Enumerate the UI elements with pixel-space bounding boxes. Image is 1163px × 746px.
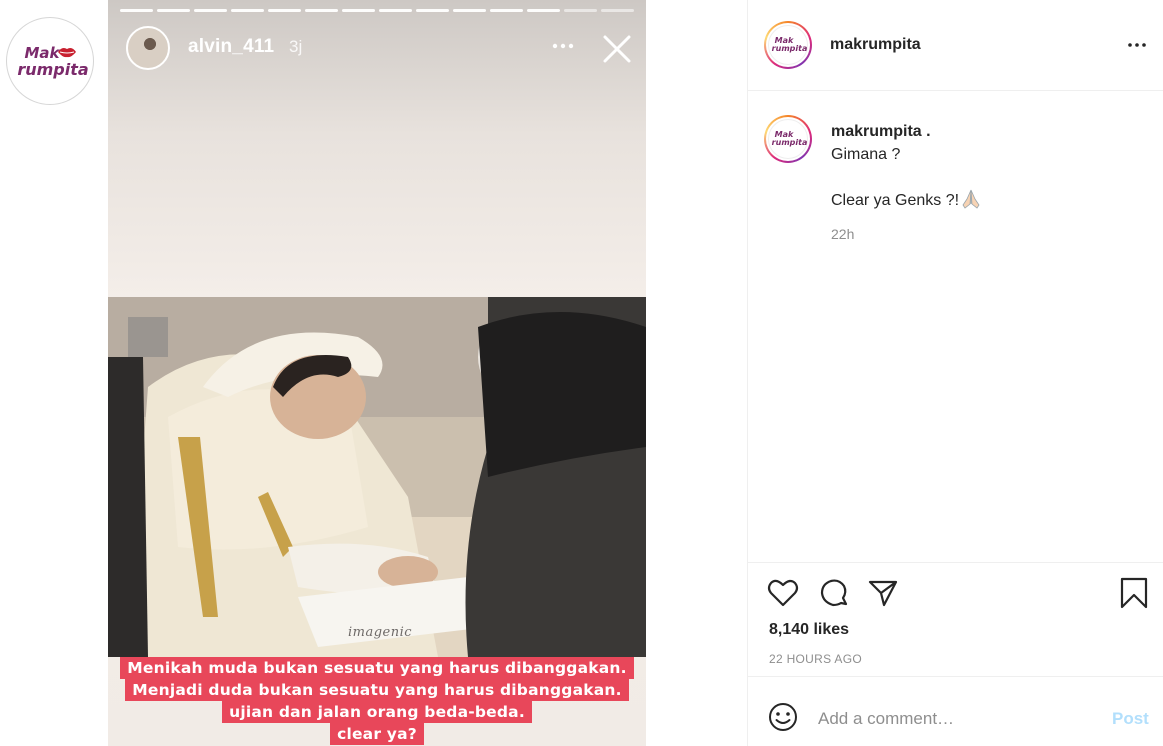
comment-input[interactable] bbox=[818, 707, 1098, 731]
progress-segment bbox=[490, 9, 523, 12]
progress-segment bbox=[379, 9, 412, 12]
post-side-panel: Mak rumpita makrumpita Mak rumpita makru… bbox=[747, 0, 1163, 746]
add-comment-row: Post bbox=[748, 676, 1163, 746]
makrumpita-logo[interactable]: Mak rumpita bbox=[6, 17, 94, 105]
close-icon[interactable] bbox=[602, 34, 632, 64]
story-timestamp: 3j bbox=[289, 37, 303, 56]
caption-text-line2: Clear ya Genks ?! bbox=[831, 189, 982, 210]
lips-icon bbox=[58, 48, 76, 58]
progress-segment bbox=[231, 9, 264, 12]
comment-icon[interactable] bbox=[818, 577, 850, 609]
caption-text-line1: Gimana ? bbox=[831, 146, 901, 163]
photo-watermark: imagenic bbox=[348, 625, 413, 640]
story-author-avatar[interactable] bbox=[126, 26, 170, 70]
progress-segment bbox=[120, 9, 153, 12]
heart-icon[interactable] bbox=[767, 577, 799, 609]
caption-line: Menjadi duda bukan sesuatu yang harus di… bbox=[125, 679, 629, 701]
story-viewer[interactable]: alvin_411 3j imagenic Menikah muda bukan… bbox=[108, 0, 646, 746]
caption-line: Menikah muda bukan sesuatu yang harus di… bbox=[120, 657, 634, 679]
author-avatar[interactable]: Mak rumpita bbox=[764, 21, 812, 69]
caption-line: ujian dan jalan orang beda-beda. bbox=[222, 701, 532, 723]
likes-count[interactable]: 8,140 likes bbox=[769, 621, 849, 639]
progress-segment bbox=[416, 9, 449, 12]
caption-text: Clear ya Genks ?! bbox=[831, 192, 960, 209]
left-strip: Mak rumpita bbox=[0, 0, 108, 746]
progress-segment bbox=[194, 9, 227, 12]
progress-segment bbox=[342, 9, 375, 12]
post-age: 22 HOURS AGO bbox=[769, 652, 862, 666]
progress-segment bbox=[601, 9, 634, 12]
share-icon[interactable] bbox=[867, 577, 899, 609]
caption-timestamp: 22h bbox=[831, 226, 855, 242]
emoji-picker-icon[interactable] bbox=[767, 701, 799, 733]
caption-username[interactable]: makrumpita . bbox=[831, 123, 931, 141]
story-photo bbox=[108, 297, 646, 657]
progress-segment bbox=[268, 9, 301, 12]
avatar-logo-text-bottom: rumpita bbox=[771, 138, 808, 147]
avatar-logo-text-bottom: rumpita bbox=[771, 44, 808, 53]
story-progress-bar bbox=[120, 9, 634, 12]
caption-line: clear ya? bbox=[330, 723, 424, 745]
progress-segment bbox=[453, 9, 486, 12]
post-comment-button[interactable]: Post bbox=[1112, 709, 1149, 729]
progress-segment bbox=[564, 9, 597, 12]
bookmark-icon[interactable] bbox=[1118, 577, 1150, 609]
author-username[interactable]: makrumpita bbox=[830, 36, 921, 54]
progress-segment bbox=[305, 9, 338, 12]
more-horizontal-icon[interactable] bbox=[1126, 38, 1148, 52]
story-caption: Menikah muda bukan sesuatu yang harus di… bbox=[108, 657, 646, 745]
post-header: Mak rumpita makrumpita bbox=[748, 0, 1163, 91]
progress-segment bbox=[527, 9, 560, 12]
caption-author-avatar[interactable]: Mak rumpita bbox=[764, 115, 812, 163]
post-actions: 8,140 likes 22 HOURS AGO Post bbox=[748, 562, 1163, 746]
logo-text-top: Mak bbox=[24, 43, 60, 62]
logo-text-bottom: rumpita bbox=[17, 59, 89, 79]
progress-segment bbox=[157, 9, 190, 12]
folded-hands-icon bbox=[962, 189, 980, 209]
more-options-icon[interactable] bbox=[548, 34, 578, 58]
story-username[interactable]: alvin_411 bbox=[188, 36, 274, 58]
